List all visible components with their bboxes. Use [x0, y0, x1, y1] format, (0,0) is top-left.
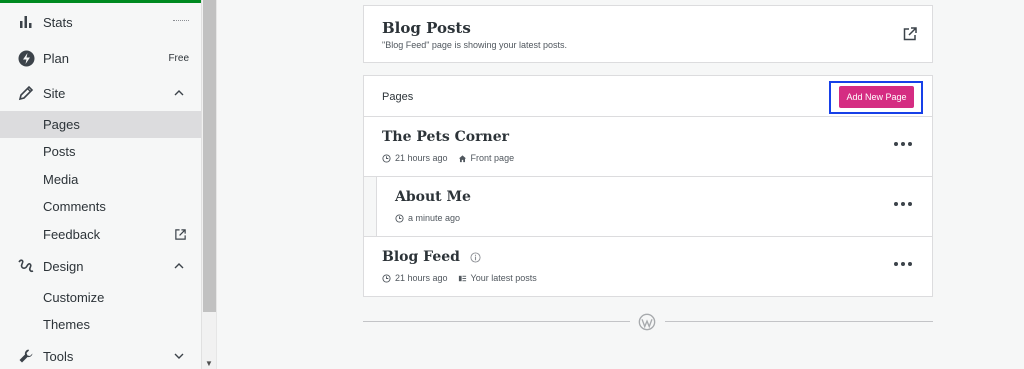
page-title[interactable]: The Pets Corner [382, 129, 509, 145]
page-time: 21 hours ago [395, 273, 448, 283]
more-options-icon[interactable] [894, 141, 912, 147]
sidebar-item-site[interactable]: Site [0, 79, 201, 107]
sidebar-item-posts[interactable]: Posts [0, 138, 201, 165]
sidebar-item-label: Design [43, 258, 84, 274]
chevron-up-icon[interactable] [173, 87, 185, 99]
scrollbar-thumb[interactable] [203, 0, 216, 312]
page-row[interactable]: The Pets Corner 21 hours ago Front page [364, 117, 932, 177]
add-new-page-button[interactable]: Add New Page [839, 86, 914, 108]
wrench-icon [16, 346, 36, 366]
sidebar-item-tools[interactable]: Tools [0, 342, 201, 369]
child-indent [364, 177, 377, 236]
sidebar-item-label: Site [43, 85, 66, 101]
sidebar: Stats Plan Free Site Pages Posts Media C… [0, 0, 201, 369]
sidebar-item-plan[interactable]: Plan Free [0, 44, 201, 72]
page-title[interactable]: About Me [395, 189, 471, 205]
page-time: 21 hours ago [395, 153, 448, 163]
pencil-icon [16, 83, 36, 103]
info-icon[interactable] [470, 251, 481, 263]
sidebar-item-themes[interactable]: Themes [0, 311, 201, 338]
scroll-down-arrow-icon[interactable]: ▼ [205, 360, 213, 368]
sidebar-item-label: Comments [43, 199, 106, 214]
blog-posts-subtitle: "Blog Feed" page is showing your latest … [382, 40, 567, 50]
clock-icon [395, 213, 404, 223]
external-link-icon [175, 229, 186, 240]
clock-icon [382, 273, 391, 283]
chevron-down-icon[interactable] [173, 350, 185, 362]
sidebar-item-label: Customize [43, 290, 105, 305]
pages-header-label: Pages [382, 91, 414, 103]
sidebar-item-label: Feedback [43, 227, 101, 242]
divider [216, 0, 217, 369]
sidebar-item-customize[interactable]: Customize [0, 284, 201, 311]
posts-icon [458, 275, 466, 281]
footer-divider [363, 321, 630, 322]
plan-icon [16, 48, 36, 68]
page-meta: a minute ago [395, 213, 460, 223]
sidebar-scrollbar[interactable]: ▼ [201, 0, 216, 369]
sidebar-item-media[interactable]: Media [0, 166, 201, 193]
top-accent-bar [0, 0, 201, 3]
page-status: Your latest posts [470, 273, 537, 283]
external-link-icon[interactable] [902, 26, 918, 42]
sidebar-item-label: Stats [43, 14, 73, 30]
chevron-up-icon[interactable] [173, 260, 185, 272]
pages-header: Pages Add New Page [364, 76, 932, 117]
pages-list-card: Pages Add New Page The Pets Corner 21 ho… [363, 75, 933, 297]
home-icon [458, 154, 466, 162]
sidebar-item-label: Tools [43, 348, 74, 364]
page-row[interactable]: Blog Feed 21 hours ago Your latest posts [364, 237, 932, 297]
sidebar-item-stats[interactable]: Stats [0, 8, 201, 36]
page-title-text: Blog Feed [382, 249, 460, 265]
sidebar-item-label: Posts [43, 144, 76, 159]
clock-icon [382, 153, 391, 163]
sidebar-item-label: Pages [43, 117, 80, 132]
stats-icon [16, 12, 36, 32]
sidebar-item-label: Plan [43, 50, 70, 66]
more-options-icon[interactable] [894, 261, 912, 267]
footer-divider [665, 321, 933, 322]
more-options-icon[interactable] [894, 201, 912, 207]
sidebar-item-label: Themes [43, 317, 90, 332]
stats-sparkline [173, 20, 189, 21]
page-meta: 21 hours ago Your latest posts [382, 273, 537, 283]
sidebar-item-label: Media [43, 172, 79, 187]
sidebar-item-feedback[interactable]: Feedback [0, 221, 201, 248]
sidebar-item-pages[interactable]: Pages [0, 111, 201, 138]
page-title[interactable]: Blog Feed [382, 249, 481, 265]
blog-posts-title: Blog Posts [382, 19, 471, 37]
design-icon [16, 256, 36, 276]
page-time: a minute ago [408, 213, 461, 223]
sidebar-item-comments[interactable]: Comments [0, 193, 201, 220]
page-status: Front page [470, 153, 515, 163]
page-meta: 21 hours ago Front page [382, 153, 514, 163]
sidebar-item-design[interactable]: Design [0, 252, 201, 280]
plan-badge: Free [168, 52, 189, 64]
blog-posts-card[interactable]: Blog Posts "Blog Feed" page is showing y… [363, 5, 933, 63]
wordpress-logo-icon [638, 313, 656, 331]
page-row[interactable]: About Me a minute ago [364, 177, 932, 237]
